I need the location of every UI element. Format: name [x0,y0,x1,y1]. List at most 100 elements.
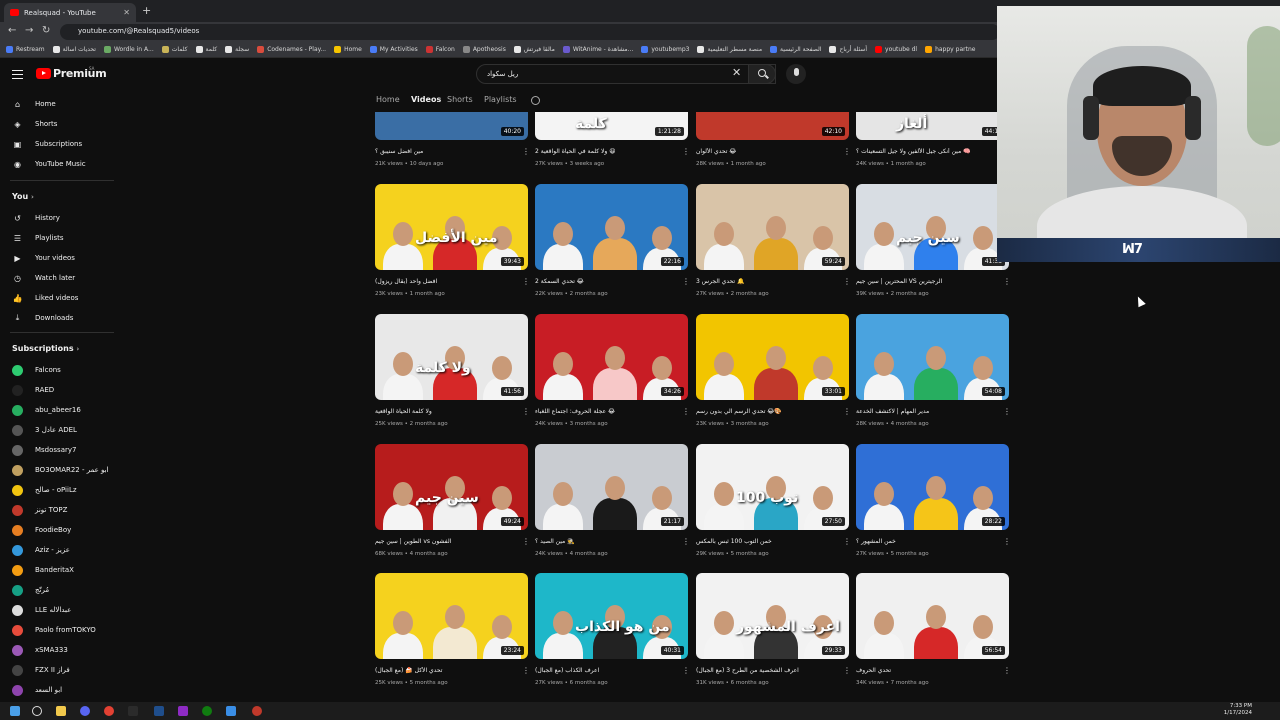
more-options-icon[interactable]: ⋮ [1003,278,1011,286]
video-title[interactable]: افضل واحد (بقال ريزول) [375,278,515,285]
video-thumbnail[interactable]: 34:26 [535,314,688,400]
more-options-icon[interactable]: ⋮ [1003,667,1011,675]
bookmark-item[interactable]: Home [334,46,362,53]
xbox-icon[interactable] [202,706,212,716]
bookmark-item[interactable]: كلمات [161,46,188,53]
sidebar-subscription-item[interactable]: Paolo fromTOKYO [0,620,118,640]
video-thumbnail[interactable]: 23:24 [375,573,528,659]
video-thumbnail[interactable]: توب 100 27:50 [696,444,849,530]
video-title[interactable]: تحدي السمكة 2 😂 [535,278,675,285]
video-title[interactable]: ولا كلمة في الحياة الواقعية 2 😆 [535,148,675,155]
file-explorer-icon[interactable] [56,706,66,716]
bookmark-item[interactable]: Restream [6,46,45,53]
video-card[interactable]: 59:24 تحدي الجرس 3 🔔 27K views • 2 months … [696,184,851,304]
video-thumbnail[interactable]: 21:17 [535,444,688,530]
video-title[interactable]: خمن التوب 100 ثبس بالمكس [696,538,836,545]
more-options-icon[interactable]: ⋮ [522,278,530,286]
sidebar-item-history[interactable]: ↺ History [0,208,118,228]
sidebar-subscription-item[interactable]: 3 عادل ADEL [0,420,118,440]
logo-text[interactable]: Premium [53,67,107,80]
more-options-icon[interactable]: ⋮ [843,538,851,546]
more-options-icon[interactable]: ⋮ [682,538,690,546]
bookmark-item[interactable]: تحديات اسالة [52,46,96,53]
youtube-logo-icon[interactable] [36,68,51,79]
bookmark-item[interactable]: Codenames - Play... [257,46,326,53]
more-options-icon[interactable]: ⋮ [522,408,530,416]
sidebar-subscription-item[interactable]: مُرتّج [0,580,118,600]
video-thumbnail[interactable]: مين الأفضل 39:43 [375,184,528,270]
photoshop-icon[interactable] [154,706,164,716]
more-options-icon[interactable]: ⋮ [522,538,530,546]
premiere-icon[interactable] [178,706,188,716]
video-thumbnail[interactable]: 56:54 [856,573,1009,659]
video-title[interactable]: الطوين | سين جيم vs الفشون [375,538,515,545]
sidebar-subscription-item[interactable]: Msdossary7 [0,440,118,460]
video-card[interactable]: 56:54 تحدي الحروف 34K views • 7 months ago… [856,573,1011,693]
video-card[interactable]: 21:17 مين الصيد ؟ 🕵️ 24K views • 4 months … [535,444,690,564]
video-card[interactable]: 23:24 تحدي الأكل 🍰 (مع الجبال) 25K views •… [375,573,530,693]
video-card[interactable]: سين جيم 49:24 الطوين | سين جيم vs الفشون 68… [375,444,530,564]
sidebar-subscription-item[interactable]: abu_abeer16 [0,400,118,420]
browser-tab[interactable]: Realsquad - YouTube ✕ [4,3,136,22]
video-title[interactable]: تحدي الجرس 3 🔔 [696,278,836,285]
windows-start-icon[interactable] [10,706,20,716]
video-card[interactable]: 42:10 تحدي الألوان 😂 28K views • 1 month a… [696,54,851,174]
video-thumbnail[interactable]: 42:10 [696,112,849,140]
bookmark-item[interactable]: My Activities [369,46,418,53]
video-title[interactable]: مين افضل سنيبق ؟ [375,148,515,155]
bookmark-item[interactable]: سجلة [225,46,249,53]
video-thumbnail[interactable]: 22:16 [535,184,688,270]
bookmark-item[interactable]: كلمة [195,46,217,53]
bookmark-item[interactable]: Wordle in A... [103,46,154,53]
video-title[interactable]: عجلة الحروف: اجتماع اللغباء 😂 [535,408,675,415]
address-bar[interactable]: youtube.com/@Realsquad5/videos [60,24,1000,40]
more-options-icon[interactable]: ⋮ [843,148,851,156]
app-icon[interactable] [128,706,138,716]
bookmark-item[interactable]: أسئلة أرباح [829,46,867,53]
sidebar-item-downloads[interactable]: ⤓ Downloads [0,308,118,328]
bookmark-item[interactable]: Apotheosis [462,46,506,53]
forward-icon[interactable]: → [25,25,33,36]
video-title[interactable]: مين أنكى جيل الألفين ولا جيل التسعينات ؟… [856,148,996,155]
sidebar-subscription-item[interactable]: FZX II فراز [0,660,118,680]
more-options-icon[interactable]: ⋮ [522,667,530,675]
video-title[interactable]: تحدي الحروف [856,667,996,674]
sidebar-item-your-videos[interactable]: ▶ Your videos [0,248,118,268]
sidebar-subscription-item[interactable]: LLE عبدالاله [0,600,118,620]
more-options-icon[interactable]: ⋮ [682,148,690,156]
video-thumbnail[interactable]: 33:01 [696,314,849,400]
sidebar-subscription-item[interactable]: Falcons [0,360,118,380]
chrome-icon[interactable] [104,706,114,716]
bookmark-item[interactable]: مالقا فيرتش [513,46,555,53]
video-thumbnail[interactable]: سين جيم 49:24 [375,444,528,530]
bookmark-item[interactable]: happy partne [925,46,975,53]
video-title[interactable]: تحدي الألوان 😂 [696,148,836,155]
sidebar-subscription-item[interactable]: RAED [0,380,118,400]
discord-icon[interactable] [80,706,90,716]
video-card[interactable]: 22:16 تحدي السمكة 2 😂 22K views • 2 months… [535,184,690,304]
sidebar-item-liked-videos[interactable]: 👍 Liked videos [0,288,118,308]
more-options-icon[interactable]: ⋮ [522,148,530,156]
more-options-icon[interactable]: ⋮ [843,278,851,286]
video-title[interactable]: ولا كلمة الحياة الواقعية [375,408,515,415]
sidebar-subscription-item[interactable]: BanderitaX [0,560,118,580]
search-taskbar-icon[interactable] [32,706,42,716]
video-title[interactable]: تحدي الأكل 🍰 (مع الجبال) [375,667,515,674]
video-thumbnail[interactable]: ولا كلمة 41:56 [375,314,528,400]
sidebar-subscriptions-heading[interactable]: Subscriptions › [12,344,79,353]
bookmark-item[interactable]: منصة مسطر التعليمية [697,46,762,53]
sidebar-subscription-item[interactable]: ابو السعد [0,680,118,700]
sidebar-subscription-item[interactable]: xSMA333 [0,640,118,660]
video-card[interactable]: ولا كلمة 41:56 ولا كلمة الحياة الواقعية 25K… [375,314,530,434]
more-options-icon[interactable]: ⋮ [682,667,690,675]
video-card[interactable]: اعرف المشهور 29:33 اعرف الشخصية من الطرح 3… [696,573,851,693]
sidebar-subscription-item[interactable]: FoodieBoy [0,520,118,540]
more-options-icon[interactable]: ⋮ [682,408,690,416]
sidebar-item-playlists[interactable]: ☰ Playlists [0,228,118,248]
sidebar-item-youtube-music[interactable]: ◉ YouTube Music [0,154,118,174]
bookmark-item[interactable]: Falcon [425,46,455,53]
video-title[interactable]: مدير المهام | لاكتشف الخدعة [856,408,996,415]
close-tab-icon[interactable]: ✕ [123,8,130,17]
video-card[interactable]: من هو الكذاب 40:31 اعرف الكذاب (مع الجبال)… [535,573,690,693]
video-thumbnail[interactable]: اعرف المشهور 29:33 [696,573,849,659]
